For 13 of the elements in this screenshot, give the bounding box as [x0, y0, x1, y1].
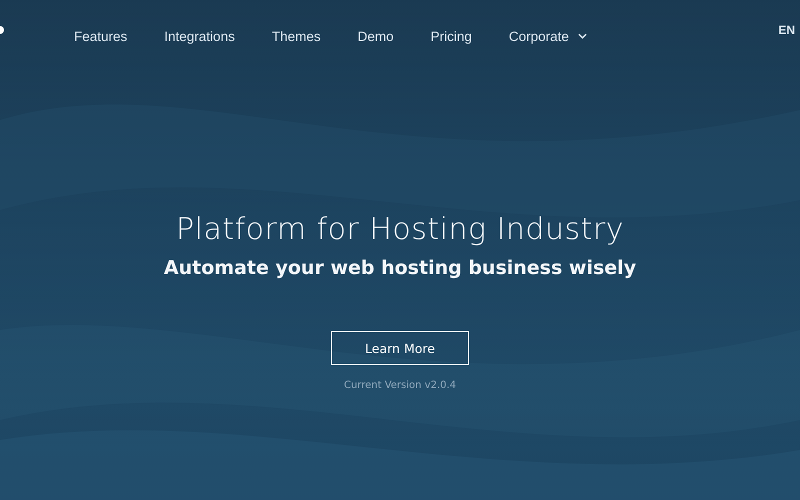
nav-link[interactable]: Pricing — [430, 28, 472, 44]
learn-more-button[interactable]: Learn More — [331, 331, 469, 365]
hero-subtitle: Automate your web hosting business wisely — [164, 257, 636, 279]
nav-link[interactable]: Demo — [358, 28, 394, 44]
nav-link[interactable]: Integrations — [164, 28, 235, 44]
nav-link[interactable]: Features — [74, 28, 128, 44]
nav-link[interactable]: Themes — [272, 28, 321, 44]
nav-link[interactable]: Corporate — [508, 28, 587, 44]
logo-icon[interactable] — [0, 25, 4, 35]
chevron-down-icon — [578, 33, 587, 39]
language-link[interactable]: EN — [778, 23, 795, 37]
version-text: Current Version v2.0.4 — [344, 380, 456, 391]
hero-title: Platform for Hosting Industry — [176, 212, 624, 247]
